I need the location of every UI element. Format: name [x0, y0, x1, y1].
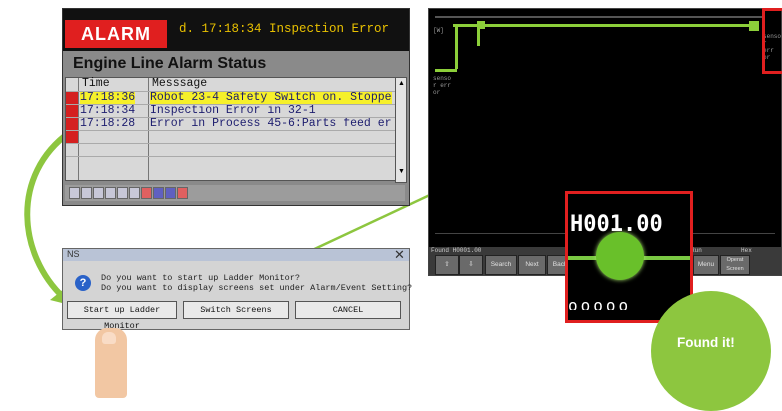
alarm-row[interactable]: 17:18:34 Inspection Error in 32-1: [66, 104, 396, 117]
toolbar-icon[interactable]: [117, 187, 128, 199]
alarm-row-empty: [66, 143, 396, 156]
highlight-box: [762, 8, 782, 74]
alarm-message: Inspection Error in 32-1: [150, 104, 316, 117]
alarm-time: 17:18:28: [80, 117, 136, 130]
toolbar-icon[interactable]: [165, 187, 176, 199]
scroll-up-icon[interactable]: ▲: [398, 80, 405, 87]
switch-screens-button[interactable]: Switch Screens: [183, 301, 289, 319]
column-header-time: Time: [82, 77, 110, 90]
alarm-row[interactable]: 17:18:28 Error in Process 45-6:Parts fee…: [66, 117, 396, 130]
alarm-row[interactable]: 17:18:36 Robot 23-4 Safety Switch on. St…: [66, 91, 396, 104]
toolbar-icon[interactable]: [141, 187, 152, 199]
pointing-hand-icon: [95, 328, 127, 398]
search-button[interactable]: Search: [485, 255, 517, 275]
toolbar-icon[interactable]: [177, 187, 188, 199]
dialog-line-2: Do you want to display screens set under…: [101, 283, 413, 293]
next-button[interactable]: Next: [518, 255, 546, 275]
alarm-scrollbar[interactable]: ▲ ▼: [395, 77, 407, 183]
found-it-text: Found it!: [677, 335, 735, 350]
operation-screen-button[interactable]: Operat Screen: [720, 255, 750, 275]
close-icon[interactable]: ✕: [394, 248, 405, 261]
alarm-marker-icon: [66, 105, 78, 117]
dialog-line-1: Do you want to start up Ladder Monitor?: [101, 273, 300, 283]
alarm-message: Robot 23-4 Safety Switch on. Stoppe: [150, 91, 392, 104]
alarm-marker-icon: [66, 118, 78, 130]
alarm-title: Engine Line Alarm Status: [73, 55, 267, 72]
confirm-dialog: NS ✕ ? Do you want to start up Ladder Mo…: [62, 248, 413, 331]
alarm-row-empty: [66, 156, 396, 169]
start-ladder-monitor-button[interactable]: Start up Ladder Monitor: [67, 301, 177, 331]
found-it-badge: Found it!: [651, 291, 771, 411]
alarm-row-empty: [66, 130, 396, 143]
arrow-down-icon[interactable]: ⇩: [459, 255, 483, 275]
toolbar-icon[interactable]: [81, 187, 92, 199]
alarm-message: Error in Process 45-6:Parts feed er: [150, 117, 392, 130]
hex-label: Hex: [741, 247, 752, 254]
toolbar-icon[interactable]: [69, 187, 80, 199]
dialog-titlebar: NS ✕: [63, 248, 409, 261]
column-header-message: Messsage: [152, 77, 208, 90]
alarm-ticker: d. 17:18:34 Inspection Error: [179, 22, 390, 36]
alarm-panel: d. 17:18:34 Inspection Error ALARM Engin…: [62, 8, 410, 206]
contact-on-icon: [596, 232, 644, 280]
scroll-down-icon[interactable]: ▼: [398, 168, 405, 175]
zoom-address: H001.00: [570, 212, 663, 237]
ladder-status: Found H0001.00: [431, 247, 482, 254]
alarm-toolbar: [65, 185, 405, 201]
alarm-table: Time Messsage 17:18:36 Robot 23-4 Safety…: [65, 77, 397, 181]
ladder-sensor-label: senso r err or: [433, 75, 452, 96]
menu-button[interactable]: Menu: [693, 255, 719, 275]
toolbar-icon[interactable]: [93, 187, 104, 199]
alarm-marker-icon: [66, 92, 78, 104]
alarm-time: 17:18:36: [80, 91, 136, 104]
toolbar-icon[interactable]: [153, 187, 164, 199]
ladder-contact-label: [W]: [433, 27, 444, 34]
question-icon: ?: [75, 275, 91, 291]
arrow-up-icon[interactable]: ⇧: [435, 255, 459, 275]
cancel-button[interactable]: CANCEL: [295, 301, 401, 319]
alarm-badge: ALARM: [65, 20, 167, 48]
toolbar-icon[interactable]: [105, 187, 116, 199]
alarm-time: 17:18:34: [80, 104, 136, 117]
toolbar-icon[interactable]: [129, 187, 140, 199]
dialog-title: NS: [67, 249, 80, 259]
